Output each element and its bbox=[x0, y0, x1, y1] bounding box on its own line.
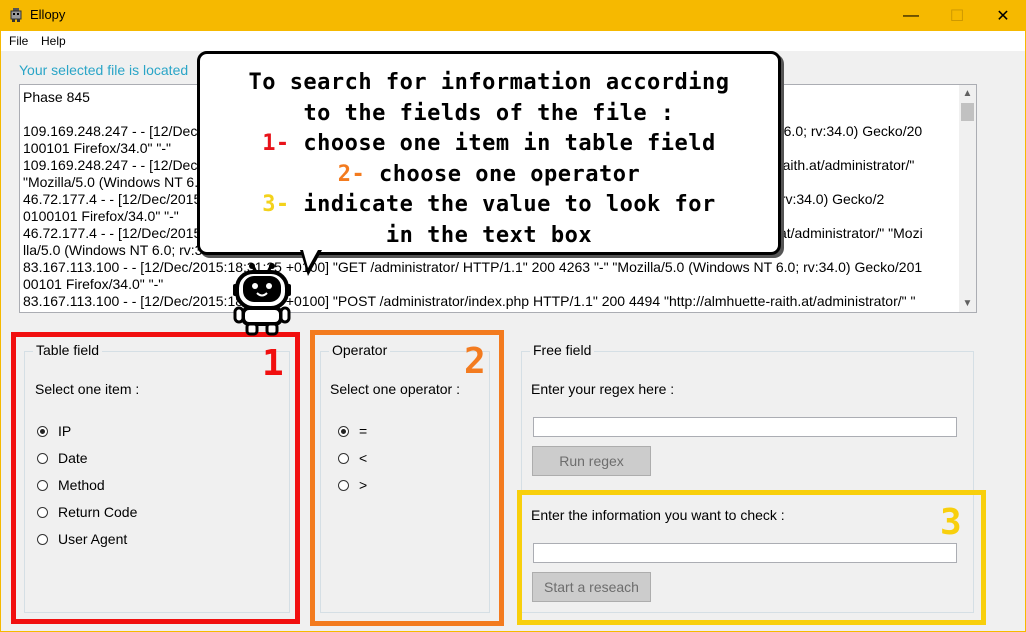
minimize-button[interactable]: — bbox=[888, 0, 934, 31]
highlight-box-3 bbox=[517, 490, 986, 625]
callout-step-1: 1- choose one item in table field bbox=[262, 131, 716, 156]
highlight-box-1 bbox=[11, 332, 300, 624]
minimize-icon: — bbox=[903, 6, 919, 24]
window-title: Ellopy bbox=[30, 7, 66, 22]
selected-file-info: Your selected file is located bbox=[19, 62, 189, 78]
run-regex-button[interactable]: Run regex bbox=[532, 446, 651, 476]
callout-line-1: To search for information according bbox=[248, 70, 730, 95]
help-callout: To search for information according to t… bbox=[197, 51, 781, 255]
highlight-number-2: 2 bbox=[464, 341, 486, 382]
scroll-thumb[interactable] bbox=[961, 103, 974, 121]
close-icon: ✕ bbox=[996, 7, 1010, 25]
menu-help[interactable]: Help bbox=[41, 34, 66, 48]
maximize-icon: ☐ bbox=[949, 7, 965, 25]
menu-bar: File Help bbox=[0, 31, 1026, 51]
log-line: 00101 Firefox/34.0" "-" bbox=[23, 276, 164, 292]
callout-step-3: 3- indicate the value to look for bbox=[262, 192, 716, 217]
scroll-down-icon[interactable]: ▼ bbox=[959, 295, 976, 312]
menu-file[interactable]: File bbox=[9, 34, 28, 48]
app-icon bbox=[10, 8, 22, 22]
maximize-button[interactable]: ☐ bbox=[934, 0, 980, 31]
callout-step-2: 2- choose one operator bbox=[337, 161, 641, 187]
free-field-legend: Free field bbox=[530, 342, 595, 358]
scroll-up-icon[interactable]: ▲ bbox=[959, 85, 976, 102]
regex-input[interactable] bbox=[533, 417, 957, 437]
log-scrollbar[interactable]: ▲ ▼ bbox=[959, 85, 976, 312]
highlight-number-1: 1 bbox=[262, 343, 284, 384]
log-line: 83.167.113.100 - - [12/Dec/2015:18:31:25… bbox=[23, 259, 923, 275]
close-button[interactable]: ✕ bbox=[980, 0, 1026, 31]
robot-mascot-icon bbox=[233, 263, 291, 336]
highlight-number-3: 3 bbox=[940, 502, 962, 543]
regex-prompt: Enter your regex here : bbox=[531, 381, 675, 397]
title-bar: Ellopy — ☐ ✕ bbox=[0, 0, 1026, 31]
callout-line-6: in the text box bbox=[385, 222, 593, 248]
log-line: 83.167.113.100 - - [12/Dec/2015:18:31:25… bbox=[23, 293, 916, 309]
callout-line-2: to the fields of the file : bbox=[303, 100, 675, 126]
